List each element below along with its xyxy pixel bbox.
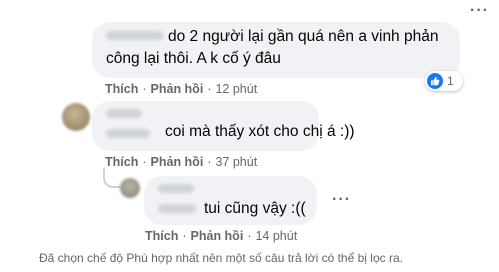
comment-time: 37 phút xyxy=(215,155,258,169)
like-button[interactable]: Thích xyxy=(105,82,138,96)
more-options-icon[interactable]: ··· xyxy=(470,2,489,20)
more-options-icon[interactable]: ··· xyxy=(332,191,351,209)
comment-actions-3: Thích · Phản hồi · 14 phút xyxy=(145,229,298,243)
redacted-author-name xyxy=(106,109,142,118)
reaction-count: 1 xyxy=(447,74,454,88)
comment-bubble-3: tui cũng vậy :(( xyxy=(144,176,317,225)
comment-time: 14 phút xyxy=(255,229,298,243)
reply-button[interactable]: Phản hồi xyxy=(191,229,244,243)
comment-time: 12 phút xyxy=(215,82,258,96)
comment-bubble-2: coi mà thấy xót cho chị á :)) xyxy=(92,101,355,151)
redacted-author-name xyxy=(106,31,164,40)
redacted-author-name xyxy=(106,129,150,138)
like-icon xyxy=(427,73,443,89)
redacted-author-name xyxy=(158,184,194,193)
avatar[interactable] xyxy=(120,178,140,198)
reaction-badge[interactable]: 1 xyxy=(425,71,463,91)
comment-text: coi mà thấy xót cho chị á :)) xyxy=(165,123,355,140)
redacted-author-name xyxy=(158,204,196,213)
avatar[interactable] xyxy=(62,103,90,131)
comment-text-line-2: công lại thôi. A k cố ý đâu xyxy=(106,50,281,67)
like-button[interactable]: Thích xyxy=(105,155,138,169)
comment-actions-2: Thích · Phản hồi · 37 phút xyxy=(105,155,258,169)
reply-button[interactable]: Phản hồi xyxy=(151,82,204,96)
filter-notice: Đã chọn chế độ Phù hợp nhất nên một số c… xyxy=(39,251,403,265)
comment-text-line-1: do 2 người lại gần quá nên a vinh phản xyxy=(168,28,439,45)
like-button[interactable]: Thích xyxy=(145,229,178,243)
comment-actions-1: Thích · Phản hồi · 12 phút xyxy=(105,82,258,96)
comment-bubble-1: do 2 người lại gần quá nên a vinh phản c… xyxy=(92,22,460,78)
comment-text: tui cũng vậy :(( xyxy=(204,200,306,217)
reply-thread-line xyxy=(103,168,121,188)
reply-button[interactable]: Phản hồi xyxy=(151,155,204,169)
